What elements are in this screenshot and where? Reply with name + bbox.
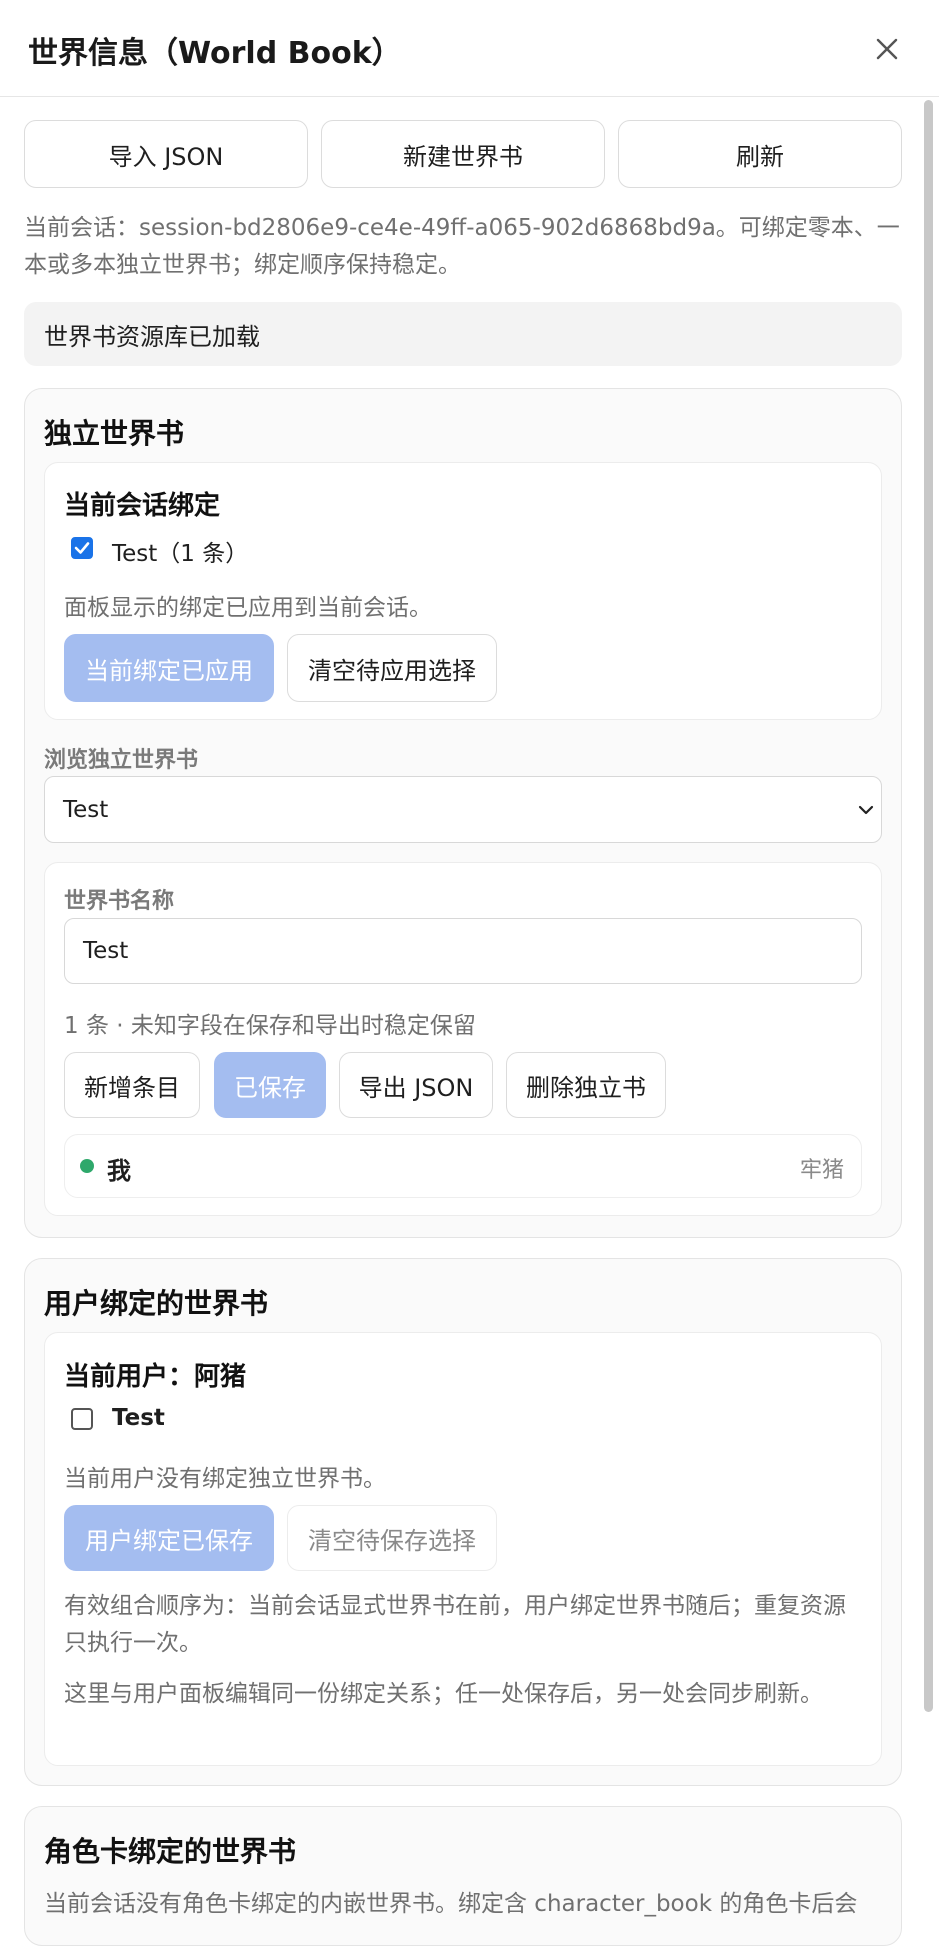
status-banner: 世界书资源库已加载	[24, 302, 902, 366]
character-bound-section	[24, 1806, 902, 1946]
worldbook-meta: 1 条 · 未知字段在保存和导出时稳定保留	[64, 1013, 476, 1039]
standalone-title: 独立世界书	[44, 417, 185, 450]
add-entry-button[interactable]: 新增条目	[64, 1052, 200, 1118]
browse-label: 浏览独立世界书	[44, 748, 199, 773]
import-json-button[interactable]: 导入 JSON	[24, 120, 308, 188]
session-info: 当前会话：session-bd2806e9-ce4e-49ff-a065-902…	[24, 215, 900, 278]
entry-row[interactable]	[64, 1134, 862, 1198]
delete-worldbook-button[interactable]: 删除独立书	[506, 1052, 666, 1118]
session-binding-hint: 面板显示的绑定已应用到当前会话。	[64, 595, 432, 621]
entry-status-dot	[80, 1159, 94, 1173]
user-clear-pending-button[interactable]: 清空待保存选择	[287, 1505, 497, 1571]
user-bound-title: 用户绑定的世界书	[44, 1287, 269, 1320]
export-json-button[interactable]: 导出 JSON	[339, 1052, 493, 1118]
dialog-title: 世界信息（World Book）	[28, 36, 402, 71]
saved-button[interactable]: 已保存	[214, 1052, 326, 1118]
user-book-checkbox[interactable]	[71, 1408, 93, 1430]
close-button[interactable]	[868, 30, 906, 68]
session-book-label[interactable]: Test（1 条）	[112, 534, 248, 568]
scrollbar[interactable]	[924, 100, 933, 1712]
check-icon	[74, 542, 90, 554]
user-binding-saved-button[interactable]: 用户绑定已保存	[64, 1505, 274, 1571]
user-book-label[interactable]: Test	[112, 1405, 165, 1431]
clear-pending-button[interactable]: 清空待应用选择	[287, 634, 497, 702]
dialog-header: 世界信息（World Book）	[0, 0, 939, 97]
entry-keyword: 牢猪	[800, 1158, 845, 1183]
character-bound-title: 角色卡绑定的世界书	[44, 1835, 297, 1868]
character-bound-hint: 当前会话没有角色卡绑定的内嵌世界书。绑定含 character_book 的角色…	[44, 1891, 858, 1917]
chevron-down-icon	[858, 805, 874, 815]
current-user-label: 当前用户：阿猪	[64, 1362, 247, 1392]
worldbook-name-label: 世界书名称	[64, 889, 175, 914]
browse-select[interactable]: Test	[44, 776, 882, 843]
session-book-checkbox[interactable]	[71, 537, 93, 559]
user-bound-note-order: 有效组合顺序为：当前会话显式世界书在前，用户绑定世界书随后；重复资源只执行一次。	[64, 1593, 846, 1656]
session-binding-title: 当前会话绑定	[64, 491, 221, 521]
new-worldbook-button[interactable]: 新建世界书	[321, 120, 605, 188]
user-bound-hint: 当前用户没有绑定独立世界书。	[64, 1466, 386, 1492]
user-bound-note-sync: 这里与用户面板编辑同一份绑定关系；任一处保存后，另一处会同步刷新。	[64, 1681, 823, 1707]
browse-selected-value: Test	[63, 796, 109, 823]
apply-binding-button[interactable]: 当前绑定已应用	[64, 634, 274, 702]
worldbook-name-input[interactable]: Test	[64, 918, 862, 984]
close-icon	[876, 38, 898, 60]
refresh-button[interactable]: 刷新	[618, 120, 902, 188]
entry-title: 我	[107, 1157, 131, 1185]
